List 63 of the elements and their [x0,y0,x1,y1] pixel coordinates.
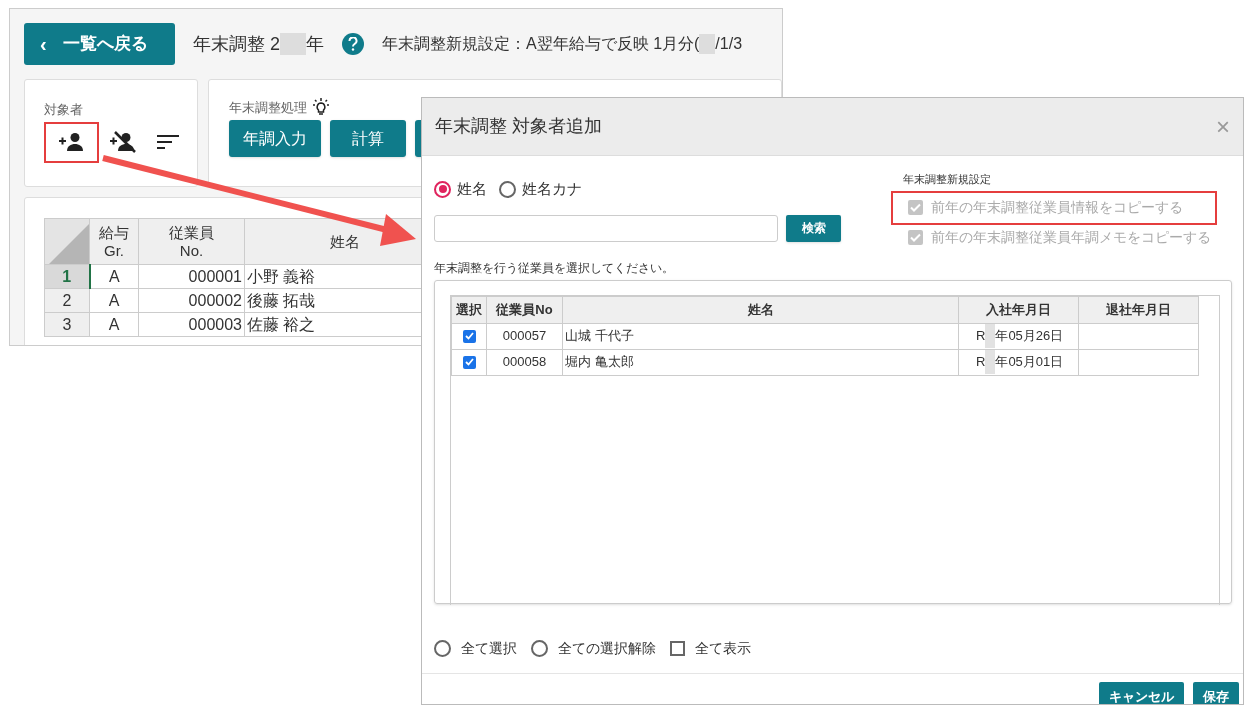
column-header: 給与 Gr. [89,218,139,265]
redaction-mark [280,33,306,55]
search-field[interactable] [434,214,778,242]
column-header: 従業員No [486,296,563,323]
column-header: 姓名 [562,296,959,323]
table-cell: A [89,264,139,289]
column-header: 選択 [451,296,487,323]
table-cell: 堀内 亀太郎 [562,349,959,375]
process-button[interactable]: 年調入力 [228,120,321,157]
dialog-title: 年末調整 対象者追加 [435,115,602,138]
radio-button[interactable] [531,639,548,657]
column-header: 入社年月日 [958,296,1079,323]
date-text: R [976,353,986,372]
radio-button[interactable] [499,180,516,198]
radio-label[interactable]: 姓名カナ [522,178,582,201]
table-cell: 000058 [486,349,563,375]
setting-text: 年末調整新規設定：A翌年給与で反映 1月分( [382,34,700,54]
dialog-button[interactable]: 保存 [1193,682,1239,704]
page-title: 年 [306,32,324,56]
column-header: 従業員 No. [138,218,245,265]
back-button[interactable]: ‹ 一覧へ戻る [24,23,175,65]
table-cell: A [89,288,139,313]
row-number: 2 [44,288,90,313]
redaction-mark [985,324,996,348]
checkbox[interactable] [670,640,685,656]
settings-label: 年末調整新規設定 [903,172,992,187]
row-number: 1 [44,264,90,289]
row-number: 3 [44,312,90,337]
table-cell: 000001 [138,264,245,289]
checkbox[interactable] [462,355,476,369]
option-label[interactable]: 全て表示 [695,637,751,659]
setting-text: /1/3 [715,34,743,54]
option-label[interactable]: 全て選択 [461,637,517,659]
redaction-mark [699,34,716,54]
remove-person-icon[interactable] [109,131,137,153]
lightbulb-icon [310,98,331,118]
column-header: 退社年月日 [1078,296,1199,323]
table-cell: 山城 千代子 [562,323,959,349]
panel-label: 対象者 [44,101,84,119]
add-person-icon[interactable] [58,132,85,152]
sort-icon[interactable] [157,134,179,150]
radio-button[interactable] [434,639,451,657]
checkbox-label: 前年の年末調整従業員年調メモをコピーする [931,228,1211,247]
corner-cell [44,218,90,265]
date-text: R [976,327,986,346]
dialog-button[interactable]: キャンセル [1099,682,1184,704]
redaction-mark [985,350,996,374]
checkbox[interactable] [462,329,476,343]
table-cell: A [89,312,139,337]
search-button[interactable]: 検索 [786,214,841,242]
panel-label: 年末調整処理 [228,99,307,118]
process-button[interactable]: 計算 [329,120,406,157]
table-cell: 000057 [486,323,563,349]
option-label[interactable]: 全ての選択解除 [558,637,656,659]
table-cell: 000003 [138,312,245,337]
radio-label[interactable]: 姓名 [457,178,487,201]
table-cell: 000002 [138,288,245,313]
radio-button[interactable] [434,180,451,198]
help-icon[interactable] [342,33,364,55]
checkbox-label: 前年の年末調整従業員情報をコピーする [931,198,1183,217]
date-text: 年05月26日 [995,327,1064,346]
page-title: 年末調整 2 [193,32,280,56]
date-text: 年05月01日 [995,353,1064,372]
